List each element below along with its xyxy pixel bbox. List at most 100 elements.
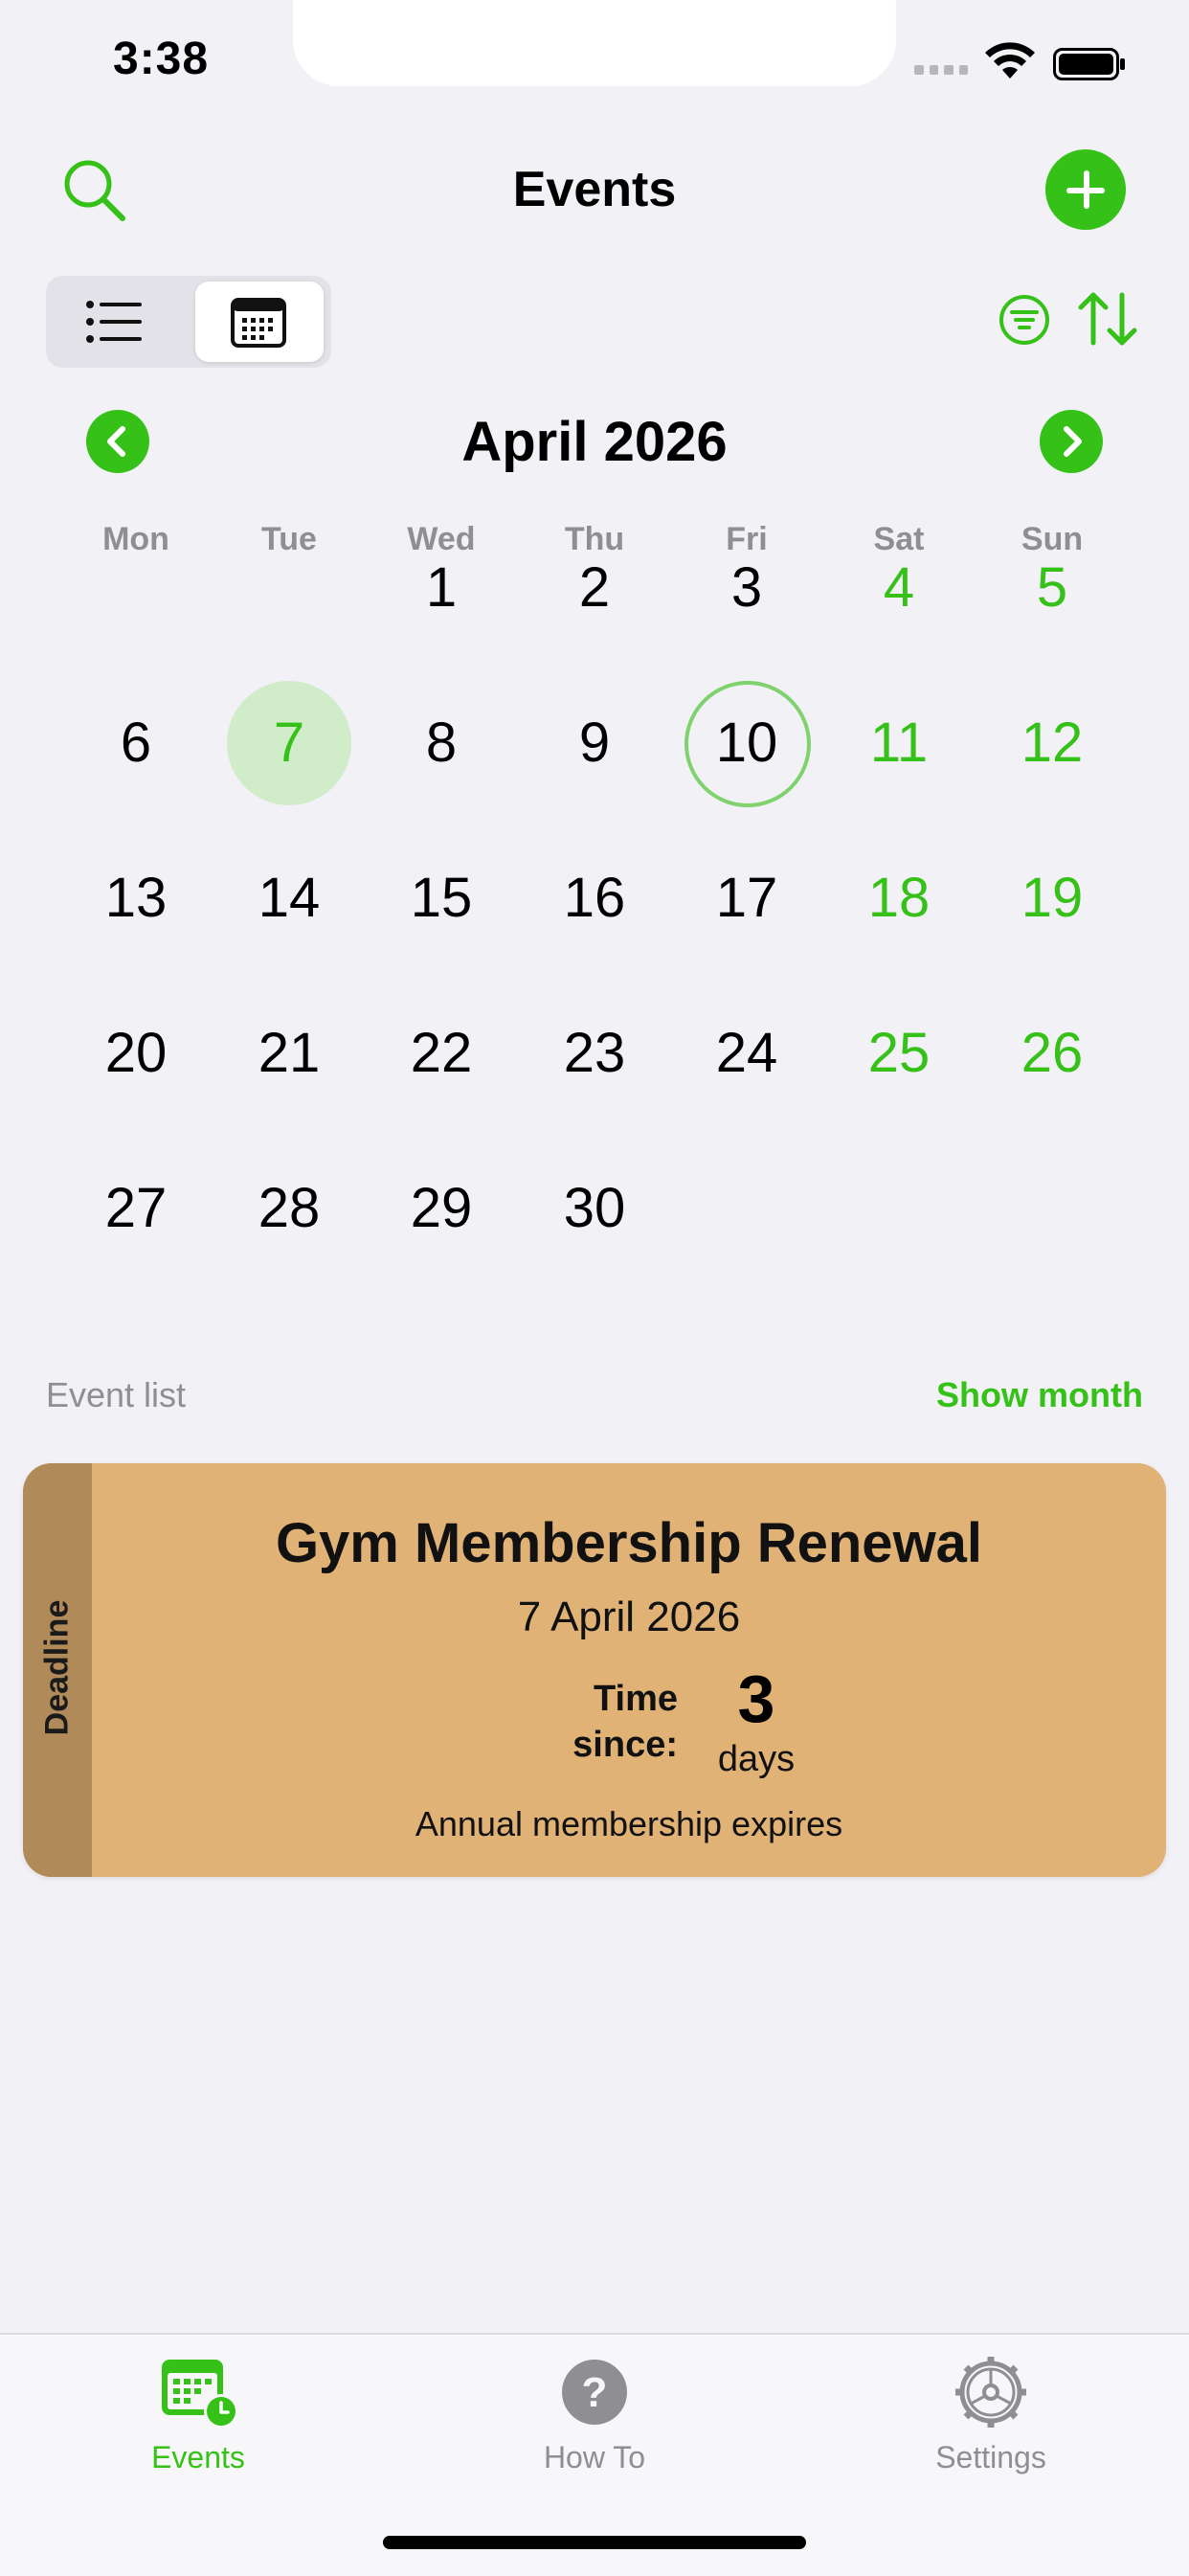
calendar-day[interactable]: 12 [990, 681, 1114, 805]
calendar-day-number: 29 [410, 1177, 473, 1239]
calendar-day[interactable]: 15 [379, 836, 504, 960]
battery-icon [1053, 48, 1125, 80]
days-unit: days [717, 1739, 796, 1779]
calendar-day-number: 12 [1021, 712, 1084, 774]
gear-icon [955, 2357, 1026, 2428]
tab-how-to-label: How To [543, 2440, 646, 2474]
add-event-button[interactable] [1045, 149, 1126, 230]
calendar-day-number: 6 [120, 712, 152, 774]
calendar-day[interactable]: 25 [837, 991, 961, 1116]
calendar-day-number: 9 [578, 712, 611, 774]
calendar-day[interactable]: 19 [990, 836, 1114, 960]
tab-events[interactable]: Events [79, 2356, 318, 2475]
chevron-right-icon [1064, 426, 1082, 457]
show-month-button[interactable]: Show month [862, 1375, 1143, 1415]
calendar-day[interactable]: 30 [532, 1146, 657, 1271]
calendar-day-number: 5 [1036, 556, 1068, 619]
calendar-day[interactable]: 3 [684, 526, 809, 650]
calendar-day[interactable]: 10 [684, 681, 811, 807]
calendar-clock-icon [162, 2360, 238, 2429]
weekday-label: Mon [102, 521, 169, 557]
device-notch [293, 0, 896, 86]
calendar-day[interactable]: 8 [379, 681, 504, 805]
calendar-day[interactable]: 9 [532, 681, 657, 805]
event-type-strip: Deadline [23, 1463, 92, 1877]
wifi-icon [985, 42, 1035, 79]
calendar-day-number: 19 [1021, 867, 1084, 929]
tab-settings[interactable]: Settings [871, 2356, 1110, 2475]
calendar-day[interactable]: 17 [684, 836, 809, 960]
calendar-day[interactable]: 27 [74, 1146, 198, 1271]
time-since-label-line2: since: [572, 1725, 678, 1765]
month-title: April 2026 [461, 411, 728, 473]
event-list-label: Event list [46, 1375, 187, 1414]
calendar-day[interactable]: 16 [532, 836, 657, 960]
calendar-day[interactable]: 29 [379, 1146, 504, 1271]
calendar-day[interactable]: 22 [379, 991, 504, 1116]
calendar-day-number: 1 [425, 556, 458, 619]
calendar-day-number: 8 [425, 712, 458, 774]
calendar-day[interactable]: 14 [227, 836, 351, 960]
filter-icon[interactable] [998, 293, 1051, 347]
calendar-day-number: 23 [563, 1022, 626, 1084]
calendar-day-number: 18 [867, 867, 931, 929]
calendar-day-number: 26 [1021, 1022, 1084, 1084]
calendar-day-number: 4 [883, 556, 915, 619]
event-date: 7 April 2026 [517, 1593, 741, 1640]
calendar-day[interactable]: 21 [227, 991, 351, 1116]
event-type-label: Deadline [38, 1599, 76, 1736]
calendar-day-number: 10 [715, 712, 778, 774]
question-icon: ? [562, 2360, 627, 2425]
calendar-day-number: 16 [563, 867, 626, 929]
page-title: Events [512, 162, 677, 217]
calendar-day[interactable]: 2 [532, 526, 657, 650]
event-card[interactable]: Deadline Gym Membership Renewal 7 April … [23, 1463, 1166, 1877]
status-time: 3:38 [113, 34, 210, 84]
calendar-day-number: 14 [258, 867, 321, 929]
calendar-day-number: 30 [563, 1177, 626, 1239]
next-month-button[interactable] [1040, 410, 1103, 473]
calendar-day[interactable]: 4 [837, 526, 961, 650]
calendar-day[interactable]: 13 [74, 836, 198, 960]
calendar-day-number: 2 [578, 556, 611, 619]
calendar-day[interactable]: 26 [990, 991, 1114, 1116]
time-since-label-line1: Time [593, 1679, 678, 1719]
event-note: Annual membership expires [415, 1804, 843, 1843]
calendar-day-number: 11 [869, 712, 929, 774]
calendar-day-number: 21 [258, 1022, 321, 1084]
calendar-day-number: 24 [715, 1022, 778, 1084]
calendar-day-number: 22 [410, 1022, 473, 1084]
calendar-day[interactable]: 5 [990, 526, 1114, 650]
calendar-day-number: 17 [715, 867, 778, 929]
calendar-day-number: 27 [104, 1177, 168, 1239]
calendar-day[interactable]: 18 [837, 836, 961, 960]
calendar-view-button[interactable] [195, 282, 324, 362]
calendar-day[interactable]: 28 [227, 1146, 351, 1271]
weekday-label: Tue [261, 521, 317, 557]
tab-how-to[interactable]: ? How To [475, 2356, 714, 2475]
calendar-day[interactable]: 23 [532, 991, 657, 1116]
calendar-day[interactable]: 7 [227, 681, 351, 805]
svg-text:?: ? [582, 2369, 608, 2416]
calendar-day[interactable]: 11 [837, 681, 961, 805]
calendar-icon [231, 298, 286, 348]
days-count: 3 [737, 1661, 775, 1736]
calendar-day-number: 15 [410, 867, 473, 929]
calendar-day-number: 13 [104, 867, 168, 929]
cellular-signal-icon [914, 65, 968, 77]
list-view-button[interactable] [46, 276, 190, 368]
tab-settings-label: Settings [935, 2440, 1046, 2474]
calendar-day[interactable]: 24 [684, 991, 809, 1116]
view-toggle [46, 276, 331, 368]
calendar-day-number: 28 [258, 1177, 321, 1239]
home-indicator [383, 2536, 806, 2549]
list-icon [86, 301, 142, 343]
calendar-day[interactable]: 6 [74, 681, 198, 805]
calendar-day-number: 25 [867, 1022, 931, 1084]
calendar-day[interactable]: 1 [379, 526, 504, 650]
calendar-day-number: 3 [730, 556, 763, 619]
calendar-day-number: 20 [104, 1022, 168, 1084]
sort-icon[interactable] [1076, 289, 1139, 349]
calendar-day[interactable]: 20 [74, 991, 198, 1116]
time-since-label: Time since: [536, 1676, 678, 1768]
